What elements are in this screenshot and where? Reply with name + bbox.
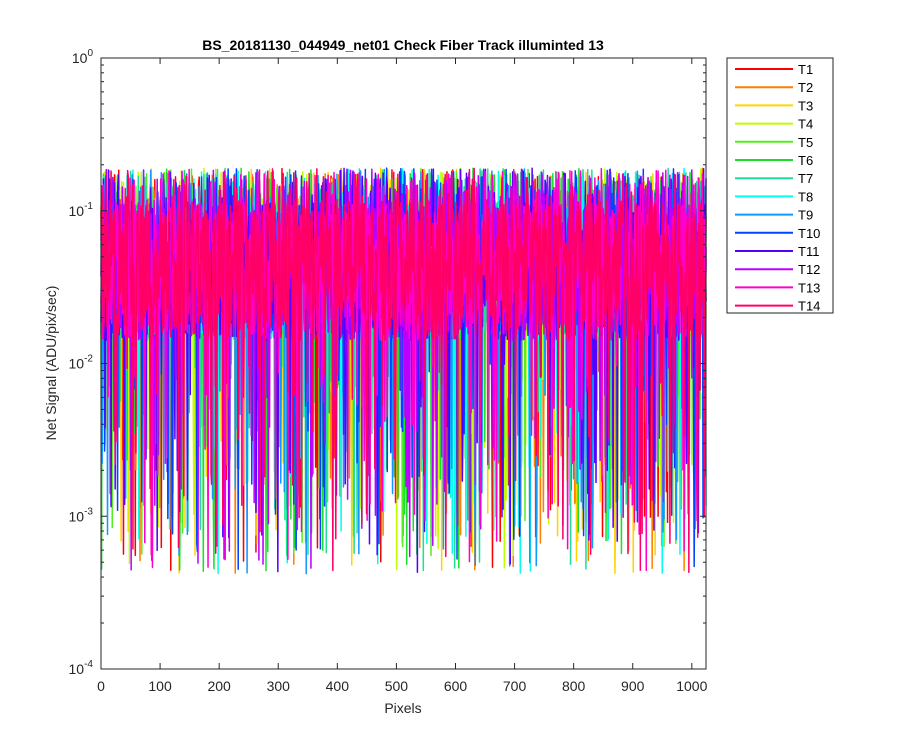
legend-label-t8: T8 [798, 189, 813, 204]
legend-label-t2: T2 [798, 80, 813, 95]
x-tick-label: 600 [444, 678, 468, 694]
legend: T1 T2 T3 T4 T5 T6 T7 T8 T9 T10 T11 T12 T13 T14 [726, 57, 834, 314]
y-tick-exp: -3 [84, 506, 93, 517]
legend-label-t12: T12 [798, 262, 820, 277]
legend-label-t7: T7 [798, 171, 813, 186]
x-tick-label: 700 [503, 678, 527, 694]
y-tick-label: 100 [72, 48, 94, 66]
legend-label-t1: T1 [798, 62, 813, 77]
legend-label-t10: T10 [798, 226, 820, 241]
x-tick-label: 400 [326, 678, 350, 694]
x-tick-label: 500 [385, 678, 409, 694]
y-tick-label: 10-3 [69, 506, 94, 524]
y-tick-base: 10 [69, 356, 85, 372]
y-tick-label: 10-1 [69, 201, 94, 219]
x-tick-label: 800 [562, 678, 586, 694]
y-tick-base: 10 [69, 203, 85, 219]
x-tick-label: 1000 [676, 678, 707, 694]
y-tick-exp: 0 [87, 48, 93, 59]
legend-label-t5: T5 [798, 135, 813, 150]
y-tick-base: 10 [72, 50, 88, 66]
y-tick-exp: -4 [84, 659, 93, 670]
y-axis-label: Net Signal (ADU/pix/sec) [43, 286, 59, 441]
x-tick-label: 200 [207, 678, 231, 694]
chart-svg: 0 100 200 300 400 500 600 700 800 900 1000 10-410-… [43, 37, 834, 716]
x-tick-label: 0 [97, 678, 105, 694]
legend-label-t9: T9 [798, 208, 813, 223]
legend-label-t14: T14 [798, 299, 820, 314]
x-tick-label: 100 [148, 678, 172, 694]
legend-label-t3: T3 [798, 98, 813, 113]
x-tick-label: 900 [621, 678, 645, 694]
y-tick-base: 10 [69, 661, 85, 677]
x-tick-label: 300 [267, 678, 291, 694]
legend-label-t6: T6 [798, 153, 813, 168]
y-tick-exp: -1 [84, 201, 93, 212]
x-axis-label: Pixels [384, 700, 421, 716]
y-tick-label: 10-2 [69, 354, 94, 372]
legend-label-t4: T4 [798, 117, 813, 132]
legend-label-t13: T13 [798, 280, 820, 295]
y-tick-exp: -2 [84, 354, 93, 365]
figure: 0 100 200 300 400 500 600 700 800 900 1000 10-4 10-… [0, 0, 900, 750]
legend-label-t11: T11 [798, 244, 819, 259]
y-tick-base: 10 [69, 508, 85, 524]
y-tick-label: 10-4 [69, 659, 94, 677]
chart-title: BS_20181130_044949_net01 Check Fiber Tra… [202, 37, 604, 53]
